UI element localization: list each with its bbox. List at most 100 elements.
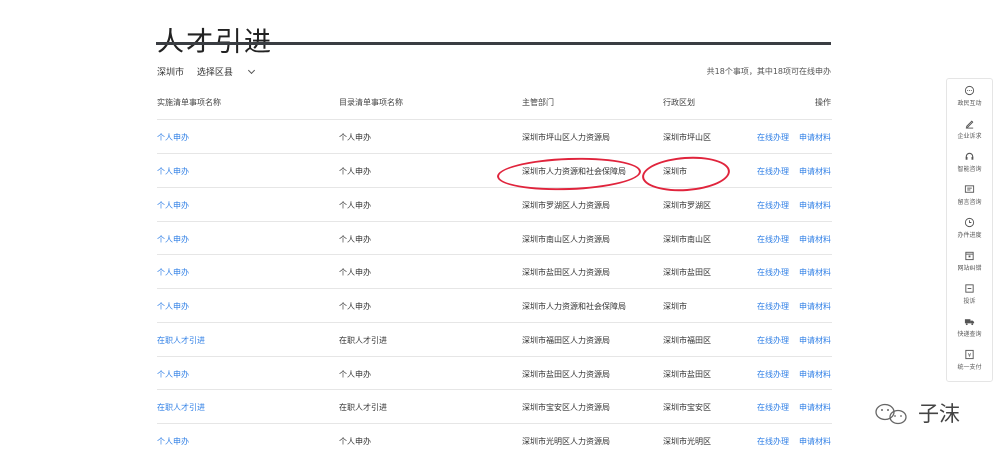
catalog-item: 在职人才引进 [339, 403, 387, 412]
truck-icon [964, 319, 975, 326]
watermark-text: 子沫 [918, 402, 960, 426]
item-link[interactable]: 个人申办 [157, 132, 189, 143]
sidebar-item-business[interactable]: 企业诉求 [947, 114, 992, 147]
sidebar-item-smart-consult[interactable]: 智能咨询 [947, 147, 992, 180]
header-region: 行政区划 [663, 98, 695, 107]
sidebar-item-message[interactable]: 留言咨询 [947, 180, 992, 213]
sidebar-item-label: 企业诉求 [957, 133, 982, 140]
sidebar-item-progress[interactable]: 办件进度 [947, 213, 992, 246]
region: 深圳市坪山区 [663, 133, 711, 142]
complaint-icon [965, 284, 974, 293]
item-link[interactable]: 个人申办 [157, 234, 189, 245]
online-apply-link[interactable]: 在线办理 [757, 301, 789, 312]
region: 深圳市盐田区 [663, 370, 711, 379]
city-filter[interactable]: 深圳市 [157, 68, 184, 78]
department: 深圳市罗湖区人力资源局 [522, 201, 610, 210]
table-row: 个人申办 个人申办 深圳市人力资源和社会保障局 深圳市 在线办理 申请材料 [157, 288, 832, 323]
region: 深圳市罗湖区 [663, 201, 711, 210]
region: 深圳市盐田区 [663, 268, 711, 277]
online-apply-link[interactable]: 在线办理 [757, 267, 789, 278]
header-impl-item: 实施清单事项名称 [157, 98, 221, 107]
table-row: 个人申办 个人申办 深圳市南山区人力资源局 深圳市南山区 在线办理 申请材料 [157, 221, 832, 256]
materials-link[interactable]: 申请材料 [799, 200, 831, 211]
catalog-item: 个人申办 [339, 437, 371, 446]
online-apply-link[interactable]: 在线办理 [757, 132, 789, 143]
sidebar-item-label: 办件进度 [957, 232, 982, 239]
filter-bar: 深圳市 选择区县 [157, 65, 264, 78]
materials-link[interactable]: 申请材料 [799, 234, 831, 245]
catalog-item: 个人申办 [339, 268, 371, 277]
table-row: 个人申办 个人申办 深圳市光明区人力资源局 深圳市光明区 在线办理 申请材料 [157, 423, 832, 458]
department: 深圳市盐田区人力资源局 [522, 268, 610, 277]
floating-service-sidebar: 政民互动 企业诉求 智能咨询 留言咨询 办件进度 网站纠错 投诉 快递查询 ¥ … [946, 78, 993, 382]
item-link[interactable]: 在职人才引进 [157, 402, 205, 413]
online-apply-link[interactable]: 在线办理 [757, 436, 789, 447]
table-header: 实施清单事项名称 目录清单事项名称 主管部门 行政区划 操作 [157, 97, 832, 111]
page-title: 人才引进 [157, 27, 273, 59]
pen-icon [965, 120, 974, 129]
table-row: 个人申办 个人申办 深圳市罗湖区人力资源局 深圳市罗湖区 在线办理 申请材料 [157, 187, 832, 222]
item-link[interactable]: 个人申办 [157, 267, 189, 278]
calendar-icon [965, 251, 974, 261]
chevron-down-icon [247, 66, 255, 75]
region: 深圳市 [663, 302, 687, 311]
sidebar-item-label: 政民互动 [957, 100, 982, 107]
department: 深圳市坪山区人力资源局 [522, 133, 610, 142]
online-apply-link[interactable]: 在线办理 [757, 335, 789, 346]
sidebar-item-label: 快递查询 [957, 331, 982, 338]
item-link[interactable]: 个人申办 [157, 200, 189, 211]
catalog-item: 个人申办 [339, 201, 371, 210]
materials-link[interactable]: 申请材料 [799, 267, 831, 278]
region: 深圳市福田区 [663, 336, 711, 345]
item-link[interactable]: 个人申办 [157, 436, 189, 447]
materials-link[interactable]: 申请材料 [799, 402, 831, 413]
title-divider [156, 42, 831, 45]
message-icon [964, 185, 975, 193]
department: 深圳市人力资源和社会保障局 [522, 302, 626, 311]
sidebar-item-label: 网站纠错 [957, 265, 982, 272]
materials-link[interactable]: 申请材料 [799, 436, 831, 447]
table-row: 在职人才引进 在职人才引进 深圳市福田区人力资源局 深圳市福田区 在线办理 申请… [157, 322, 832, 357]
sidebar-item-error-report[interactable]: 网站纠错 [947, 246, 992, 279]
catalog-item: 个人申办 [339, 302, 371, 311]
sidebar-item-label: 智能咨询 [957, 166, 982, 173]
payment-icon: ¥ [965, 349, 974, 360]
table-row: 个人申办 个人申办 深圳市盐田区人力资源局 深圳市盐田区 在线办理 申请材料 [157, 254, 832, 289]
sidebar-item-interaction[interactable]: 政民互动 [947, 81, 992, 114]
item-link[interactable]: 个人申办 [157, 369, 189, 380]
materials-link[interactable]: 申请材料 [799, 369, 831, 380]
sidebar-item-express[interactable]: 快递查询 [947, 312, 992, 345]
sidebar-item-label: 统一支付 [957, 364, 982, 371]
clock-icon [964, 217, 975, 228]
online-apply-link[interactable]: 在线办理 [757, 166, 789, 177]
district-select[interactable]: 选择区县 [197, 66, 255, 78]
header-department: 主管部门 [522, 98, 554, 107]
materials-link[interactable]: 申请材料 [799, 301, 831, 312]
catalog-item: 个人申办 [339, 370, 371, 379]
online-apply-link[interactable]: 在线办理 [757, 369, 789, 380]
region: 深圳市宝安区 [663, 403, 711, 412]
table-row: 个人申办 个人申办 深圳市人力资源和社会保障局 深圳市 在线办理 申请材料 [157, 153, 832, 188]
materials-link[interactable]: 申请材料 [799, 166, 831, 177]
department: 深圳市福田区人力资源局 [522, 336, 610, 345]
result-summary: 共18个事项，其中18项可在线申办 [706, 67, 831, 76]
region: 深圳市光明区 [663, 437, 711, 446]
online-apply-link[interactable]: 在线办理 [757, 234, 789, 245]
item-link[interactable]: 个人申办 [157, 301, 189, 312]
department: 深圳市南山区人力资源局 [522, 235, 610, 244]
item-link[interactable]: 个人申办 [157, 166, 189, 177]
header-actions: 操作 [815, 98, 831, 107]
department: 深圳市盐田区人力资源局 [522, 370, 610, 379]
sidebar-item-label: 投诉 [963, 298, 976, 305]
materials-link[interactable]: 申请材料 [799, 132, 831, 143]
table-row: 个人申办 个人申办 深圳市盐田区人力资源局 深圳市盐田区 在线办理 申请材料 [157, 356, 832, 391]
online-apply-link[interactable]: 在线办理 [757, 402, 789, 413]
online-apply-link[interactable]: 在线办理 [757, 200, 789, 211]
sidebar-item-payment[interactable]: ¥ 统一支付 [947, 345, 992, 378]
materials-link[interactable]: 申请材料 [799, 335, 831, 346]
item-link[interactable]: 在职人才引进 [157, 335, 205, 346]
region: 深圳市南山区 [663, 235, 711, 244]
sidebar-item-complaint[interactable]: 投诉 [947, 279, 992, 312]
table-row: 在职人才引进 在职人才引进 深圳市宝安区人力资源局 深圳市宝安区 在线办理 申请… [157, 389, 832, 424]
chat-bubble-icon [964, 85, 975, 96]
